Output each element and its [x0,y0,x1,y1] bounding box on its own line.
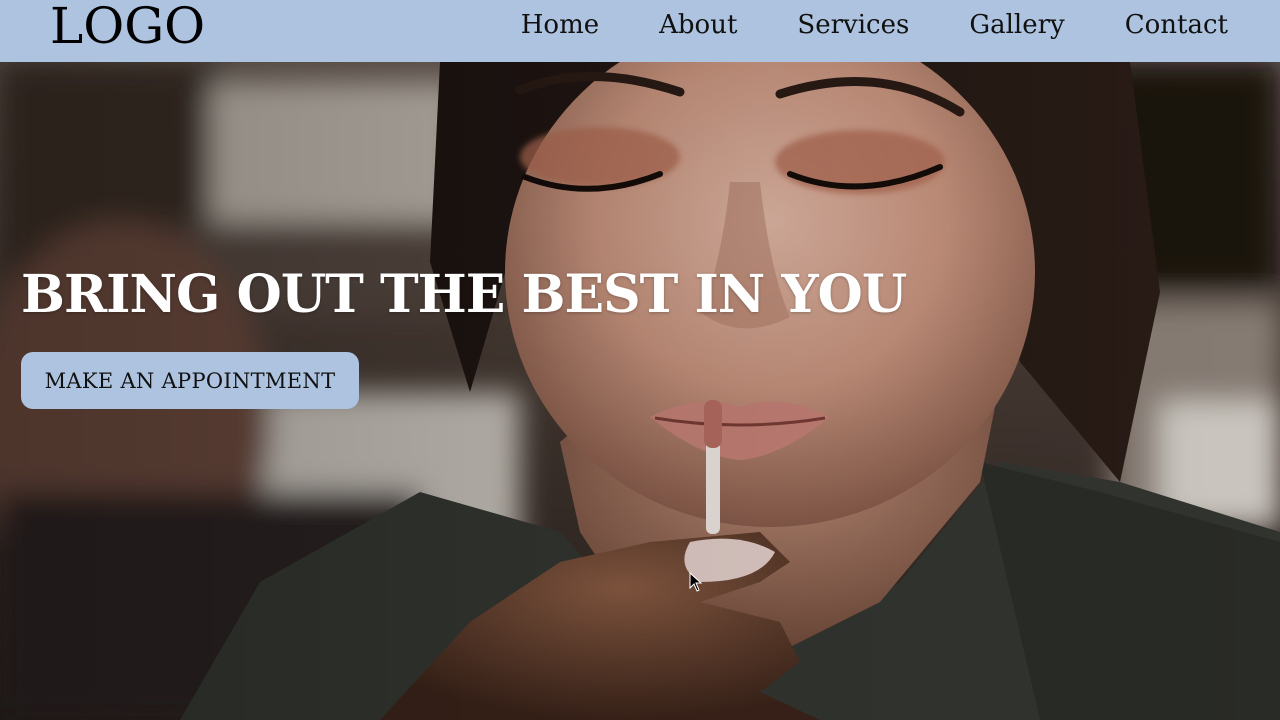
hero-headline: BRING OUT THE BEST IN YOU [21,264,907,325]
make-appointment-button[interactable]: MAKE AN APPOINTMENT [21,352,359,409]
nav-link-contact[interactable]: Contact [1125,10,1228,40]
nav-link-gallery[interactable]: Gallery [969,10,1064,40]
mouse-cursor-icon [689,572,703,592]
site-header: LOGO Home About Services Gallery Contact [0,0,1280,62]
nav-link-about[interactable]: About [659,10,737,40]
nav-link-home[interactable]: Home [521,10,599,40]
site-logo[interactable]: LOGO [50,1,205,51]
page: LOGO Home About Services Gallery Contact [0,0,1280,720]
hero-section: BRING OUT THE BEST IN YOU MAKE AN APPOIN… [0,62,1280,720]
nav-link-services[interactable]: Services [797,10,909,40]
main-nav: Home About Services Gallery Contact [521,10,1228,40]
